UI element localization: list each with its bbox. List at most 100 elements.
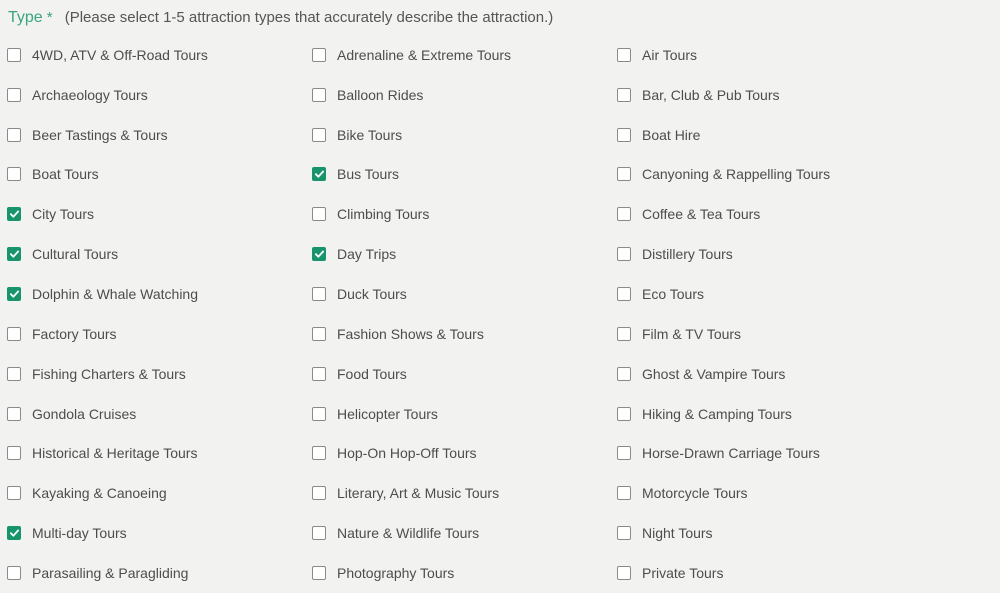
attraction-type-option[interactable]: Historical & Heritage Tours [7, 433, 312, 473]
checkbox-unchecked[interactable] [312, 565, 326, 580]
checkbox-unchecked[interactable] [7, 167, 21, 182]
checkbox-unchecked[interactable] [617, 127, 631, 142]
checkbox-unchecked[interactable] [7, 127, 21, 142]
option-label: Cultural Tours [32, 246, 119, 263]
checkbox-unchecked[interactable] [312, 47, 326, 62]
checkbox-unchecked[interactable] [617, 406, 631, 421]
checkbox-unchecked[interactable] [7, 446, 21, 461]
checkbox-unchecked[interactable] [7, 326, 21, 341]
attraction-type-option[interactable]: Kayaking & Canoeing [7, 473, 312, 513]
checkbox-unchecked[interactable] [617, 486, 631, 501]
option-label: Hop-On Hop-Off Tours [337, 445, 477, 462]
checkbox-checked[interactable] [7, 286, 21, 301]
option-label: Beer Tastings & Tours [32, 126, 168, 143]
checkbox-unchecked[interactable] [312, 127, 326, 142]
checkbox-unchecked[interactable] [617, 87, 631, 102]
option-label: Ghost & Vampire Tours [642, 365, 786, 382]
attraction-type-option[interactable]: Motorcycle Tours [617, 473, 922, 513]
checkbox-unchecked[interactable] [617, 167, 631, 182]
checkbox-unchecked[interactable] [312, 446, 326, 461]
attraction-type-option[interactable]: Parasailing & Paragliding [7, 553, 312, 593]
checkbox-unchecked[interactable] [617, 526, 631, 541]
checkbox-checked[interactable] [7, 207, 21, 222]
required-marker: * [46, 9, 53, 26]
attraction-type-option[interactable]: Fishing Charters & Tours [7, 354, 312, 394]
checkbox-unchecked[interactable] [7, 87, 21, 102]
option-label: Air Tours [642, 46, 697, 63]
checkbox-checked[interactable] [7, 526, 21, 541]
option-label: Food Tours [337, 365, 407, 382]
attraction-type-option[interactable]: Coffee & Tea Tours [617, 194, 922, 234]
attraction-type-option[interactable]: Ghost & Vampire Tours [617, 354, 922, 394]
attraction-type-option[interactable]: Climbing Tours [312, 194, 617, 234]
attraction-type-option[interactable]: City Tours [7, 194, 312, 234]
attraction-type-option[interactable]: Bus Tours [312, 155, 617, 195]
attraction-type-option[interactable]: Day Trips [312, 234, 617, 274]
checkbox-unchecked[interactable] [7, 486, 21, 501]
attraction-type-option[interactable]: Bike Tours [312, 115, 617, 155]
attraction-type-option[interactable]: Private Tours [617, 553, 922, 593]
attraction-type-option[interactable]: Helicopter Tours [312, 394, 617, 434]
checkbox-checked[interactable] [7, 247, 21, 262]
attraction-type-option[interactable]: Cultural Tours [7, 234, 312, 274]
checkbox-unchecked[interactable] [312, 207, 326, 222]
checkbox-unchecked[interactable] [617, 326, 631, 341]
attraction-type-option[interactable]: Distillery Tours [617, 234, 922, 274]
option-label: Fishing Charters & Tours [32, 365, 186, 382]
checkbox-unchecked[interactable] [312, 366, 326, 381]
attraction-type-option[interactable]: Food Tours [312, 354, 617, 394]
checkbox-checked[interactable] [312, 167, 326, 182]
attraction-type-option[interactable]: Bar, Club & Pub Tours [617, 75, 922, 115]
attraction-type-option[interactable]: Boat Tours [7, 155, 312, 195]
checkbox-unchecked[interactable] [7, 47, 21, 62]
checkbox-unchecked[interactable] [312, 526, 326, 541]
checkbox-unchecked[interactable] [617, 47, 631, 62]
option-label: Hiking & Camping Tours [642, 405, 792, 422]
attraction-type-option[interactable]: Canyoning & Rappelling Tours [617, 155, 922, 195]
attraction-type-option[interactable]: Horse-Drawn Carriage Tours [617, 433, 922, 473]
attraction-type-option[interactable]: Duck Tours [312, 274, 617, 314]
attraction-type-option[interactable]: Nature & Wildlife Tours [312, 513, 617, 553]
attraction-type-option[interactable]: Hop-On Hop-Off Tours [312, 433, 617, 473]
attraction-type-option[interactable]: Beer Tastings & Tours [7, 115, 312, 155]
checkbox-unchecked[interactable] [312, 486, 326, 501]
option-label: Photography Tours [337, 564, 455, 581]
attraction-type-option[interactable]: Adrenaline & Extreme Tours [312, 35, 617, 75]
checkmark-icon [314, 171, 324, 179]
attraction-type-option[interactable]: Balloon Rides [312, 75, 617, 115]
checkbox-unchecked[interactable] [312, 87, 326, 102]
field-title: Type [8, 9, 43, 26]
checkbox-unchecked[interactable] [617, 446, 631, 461]
checkbox-unchecked[interactable] [312, 286, 326, 301]
attraction-type-option[interactable]: Night Tours [617, 513, 922, 553]
attraction-type-option[interactable]: 4WD, ATV & Off-Road Tours [7, 35, 312, 75]
option-label: Motorcycle Tours [642, 485, 748, 502]
attraction-type-option[interactable]: Photography Tours [312, 553, 617, 593]
option-label: Fashion Shows & Tours [337, 325, 484, 342]
attraction-type-option[interactable]: Literary, Art & Music Tours [312, 473, 617, 513]
attraction-type-option[interactable]: Air Tours [617, 35, 922, 75]
checkbox-unchecked[interactable] [7, 406, 21, 421]
checkbox-unchecked[interactable] [617, 207, 631, 222]
attraction-type-option[interactable]: Fashion Shows & Tours [312, 314, 617, 354]
checkbox-unchecked[interactable] [617, 247, 631, 262]
checkbox-checked[interactable] [312, 247, 326, 262]
checkbox-unchecked[interactable] [7, 565, 21, 580]
checkbox-unchecked[interactable] [7, 366, 21, 381]
checkbox-unchecked[interactable] [312, 406, 326, 421]
attraction-type-option[interactable]: Eco Tours [617, 274, 922, 314]
attraction-type-option[interactable]: Multi-day Tours [7, 513, 312, 553]
option-label: Climbing Tours [337, 206, 430, 223]
attraction-type-option[interactable]: Gondola Cruises [7, 394, 312, 434]
checkbox-unchecked[interactable] [617, 565, 631, 580]
attraction-type-option[interactable]: Dolphin & Whale Watching [7, 274, 312, 314]
attraction-type-option[interactable]: Factory Tours [7, 314, 312, 354]
checkbox-unchecked[interactable] [617, 366, 631, 381]
attraction-type-option[interactable]: Hiking & Camping Tours [617, 394, 922, 434]
checkbox-unchecked[interactable] [312, 326, 326, 341]
attraction-type-option[interactable]: Archaeology Tours [7, 75, 312, 115]
checkbox-unchecked[interactable] [617, 286, 631, 301]
option-label: Canyoning & Rappelling Tours [642, 166, 831, 183]
attraction-type-option[interactable]: Film & TV Tours [617, 314, 922, 354]
attraction-type-option[interactable]: Boat Hire [617, 115, 922, 155]
